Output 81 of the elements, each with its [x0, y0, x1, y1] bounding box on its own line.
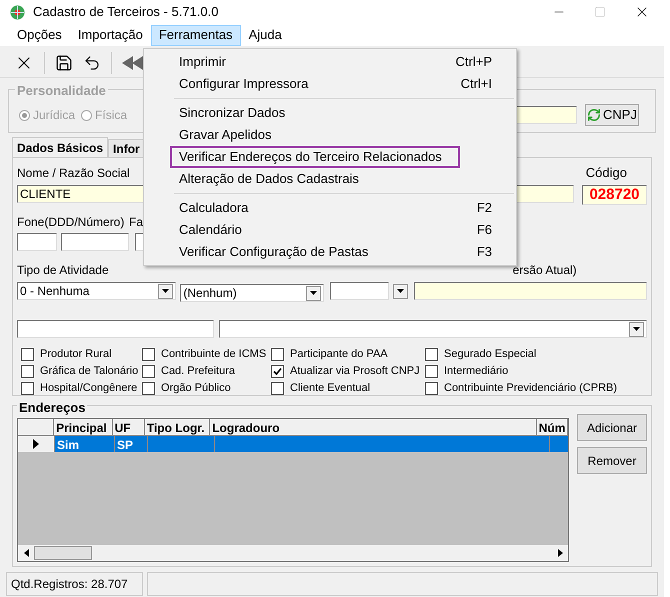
app-icon — [10, 4, 25, 20]
window-title: Cadastro de Terceiros - 5.71.0.0 — [33, 3, 218, 22]
undo-icon[interactable] — [83, 54, 101, 72]
field-label: Nome / Razão Social — [17, 165, 130, 182]
check-icon — [273, 367, 282, 376]
status-registros: Qtd.Registros: 28.707 — [6, 572, 143, 596]
checkbox-label: Contribuinte de ICMS — [161, 347, 266, 362]
menu-bar-item[interactable]: Ajuda — [240, 24, 290, 46]
radio-label: Física — [95, 107, 128, 124]
menu-item[interactable]: Verificar Configuração de Pastas F3 — [144, 241, 516, 263]
checkbox[interactable] — [142, 348, 155, 361]
column-header[interactable]: Principal — [54, 419, 113, 435]
input-field[interactable] — [61, 233, 129, 251]
column-header[interactable]: Tipo Logr. — [144, 419, 210, 435]
checkbox[interactable] — [425, 348, 438, 361]
menu-item[interactable]: Calculadora F2 — [144, 197, 516, 219]
column-header[interactable]: Logradouro — [210, 419, 537, 435]
column-header[interactable]: UF — [112, 419, 145, 435]
menu-item[interactable]: Alteração de Dados Cadastrais — [144, 168, 516, 190]
field-label: ersão Atual) — [512, 262, 577, 279]
rewind-icon[interactable] — [122, 54, 144, 70]
dropdown-field[interactable]: (Nenhum) — [180, 284, 324, 302]
row-pointer-icon — [33, 439, 39, 449]
tab[interactable]: Infor — [108, 139, 145, 157]
field-label: Fone(DDD/Número) — [17, 214, 126, 231]
checkbox[interactable] — [271, 348, 284, 361]
refresh-icon — [587, 108, 602, 122]
checkbox-label: Atualizar via Prosoft CNPJ — [290, 364, 420, 380]
activity-dropdown[interactable]: 0 - Nenhuma — [17, 282, 176, 300]
field-value: 0 - Nenhuma — [20, 283, 90, 300]
checkbox[interactable] — [21, 348, 34, 361]
tab[interactable]: Dados Básicos — [12, 137, 108, 157]
menu-bar-item[interactable]: Ferramentas — [150, 24, 241, 46]
checkbox-label: Gráfica de Talonário — [40, 364, 138, 380]
scroll-thumb[interactable] — [34, 546, 92, 560]
field-label: Código — [586, 164, 627, 182]
menu-item[interactable]: Sincronizar Dados — [144, 102, 516, 124]
field-value: (Nenhum) — [183, 285, 237, 302]
checkbox[interactable] — [425, 365, 438, 378]
input-field[interactable] — [414, 282, 647, 300]
field-label: Fa — [129, 214, 144, 231]
menu-item[interactable]: Gravar Apelidos — [144, 124, 516, 146]
horizontal-scrollbar[interactable] — [18, 545, 568, 561]
save-icon[interactable] — [55, 54, 73, 72]
table-cell: SP — [115, 436, 148, 452]
dropdown-field[interactable] — [218, 320, 647, 338]
checkbox[interactable] — [425, 382, 438, 395]
menu-item[interactable]: Verificar Endereços do Terceiro Relacionados — [170, 146, 460, 168]
input-field[interactable] — [17, 320, 214, 338]
checkbox[interactable] — [142, 365, 155, 378]
table-row[interactable]: Sim SP — [18, 436, 568, 452]
field-label: Tipo de Atividade — [17, 262, 109, 279]
checkbox[interactable] — [271, 365, 284, 378]
checkbox-label: Orgão Público — [161, 381, 231, 396]
checkbox-label: Intermediário — [444, 364, 508, 380]
menu-item[interactable]: Configurar Impressora Ctrl+I — [144, 73, 516, 95]
menu-item[interactable]: Calendário F6 — [144, 219, 516, 241]
checkbox-label: Produtor Rural — [40, 347, 112, 362]
table-cell: Sim — [55, 436, 115, 452]
checkbox-label: Segurado Especial — [444, 347, 536, 362]
checkbox-label: Contribuinte Previdenciário (CPRB) — [444, 381, 618, 396]
column-header[interactable]: Núm — [536, 419, 568, 435]
input-field[interactable] — [17, 233, 57, 251]
grid-button[interactable]: Remover — [577, 447, 647, 474]
checkbox[interactable] — [21, 382, 34, 395]
checkbox-label: Cad. Prefeitura — [161, 364, 235, 380]
menu-bar-item[interactable]: Importação — [70, 24, 151, 46]
checkbox-label: Cliente Eventual — [290, 381, 370, 396]
field-value: 028720 — [589, 184, 640, 205]
menu-bar-item[interactable]: Opções — [9, 24, 70, 46]
checkbox[interactable] — [271, 382, 284, 395]
menu-item[interactable]: Imprimir Ctrl+P — [144, 51, 516, 73]
checkbox[interactable] — [21, 365, 34, 378]
grid-button[interactable]: Adicionar — [577, 414, 647, 441]
radio-label: Jurídica — [33, 107, 76, 124]
code-field[interactable]: 028720 — [582, 185, 647, 205]
input-field[interactable] — [330, 282, 390, 300]
checkbox-label: Participante do PAA — [290, 347, 388, 362]
checkbox-label: Hospital/Congênere — [40, 381, 138, 396]
checkbox[interactable] — [142, 382, 155, 395]
field-value: CLIENTE — [20, 186, 71, 203]
